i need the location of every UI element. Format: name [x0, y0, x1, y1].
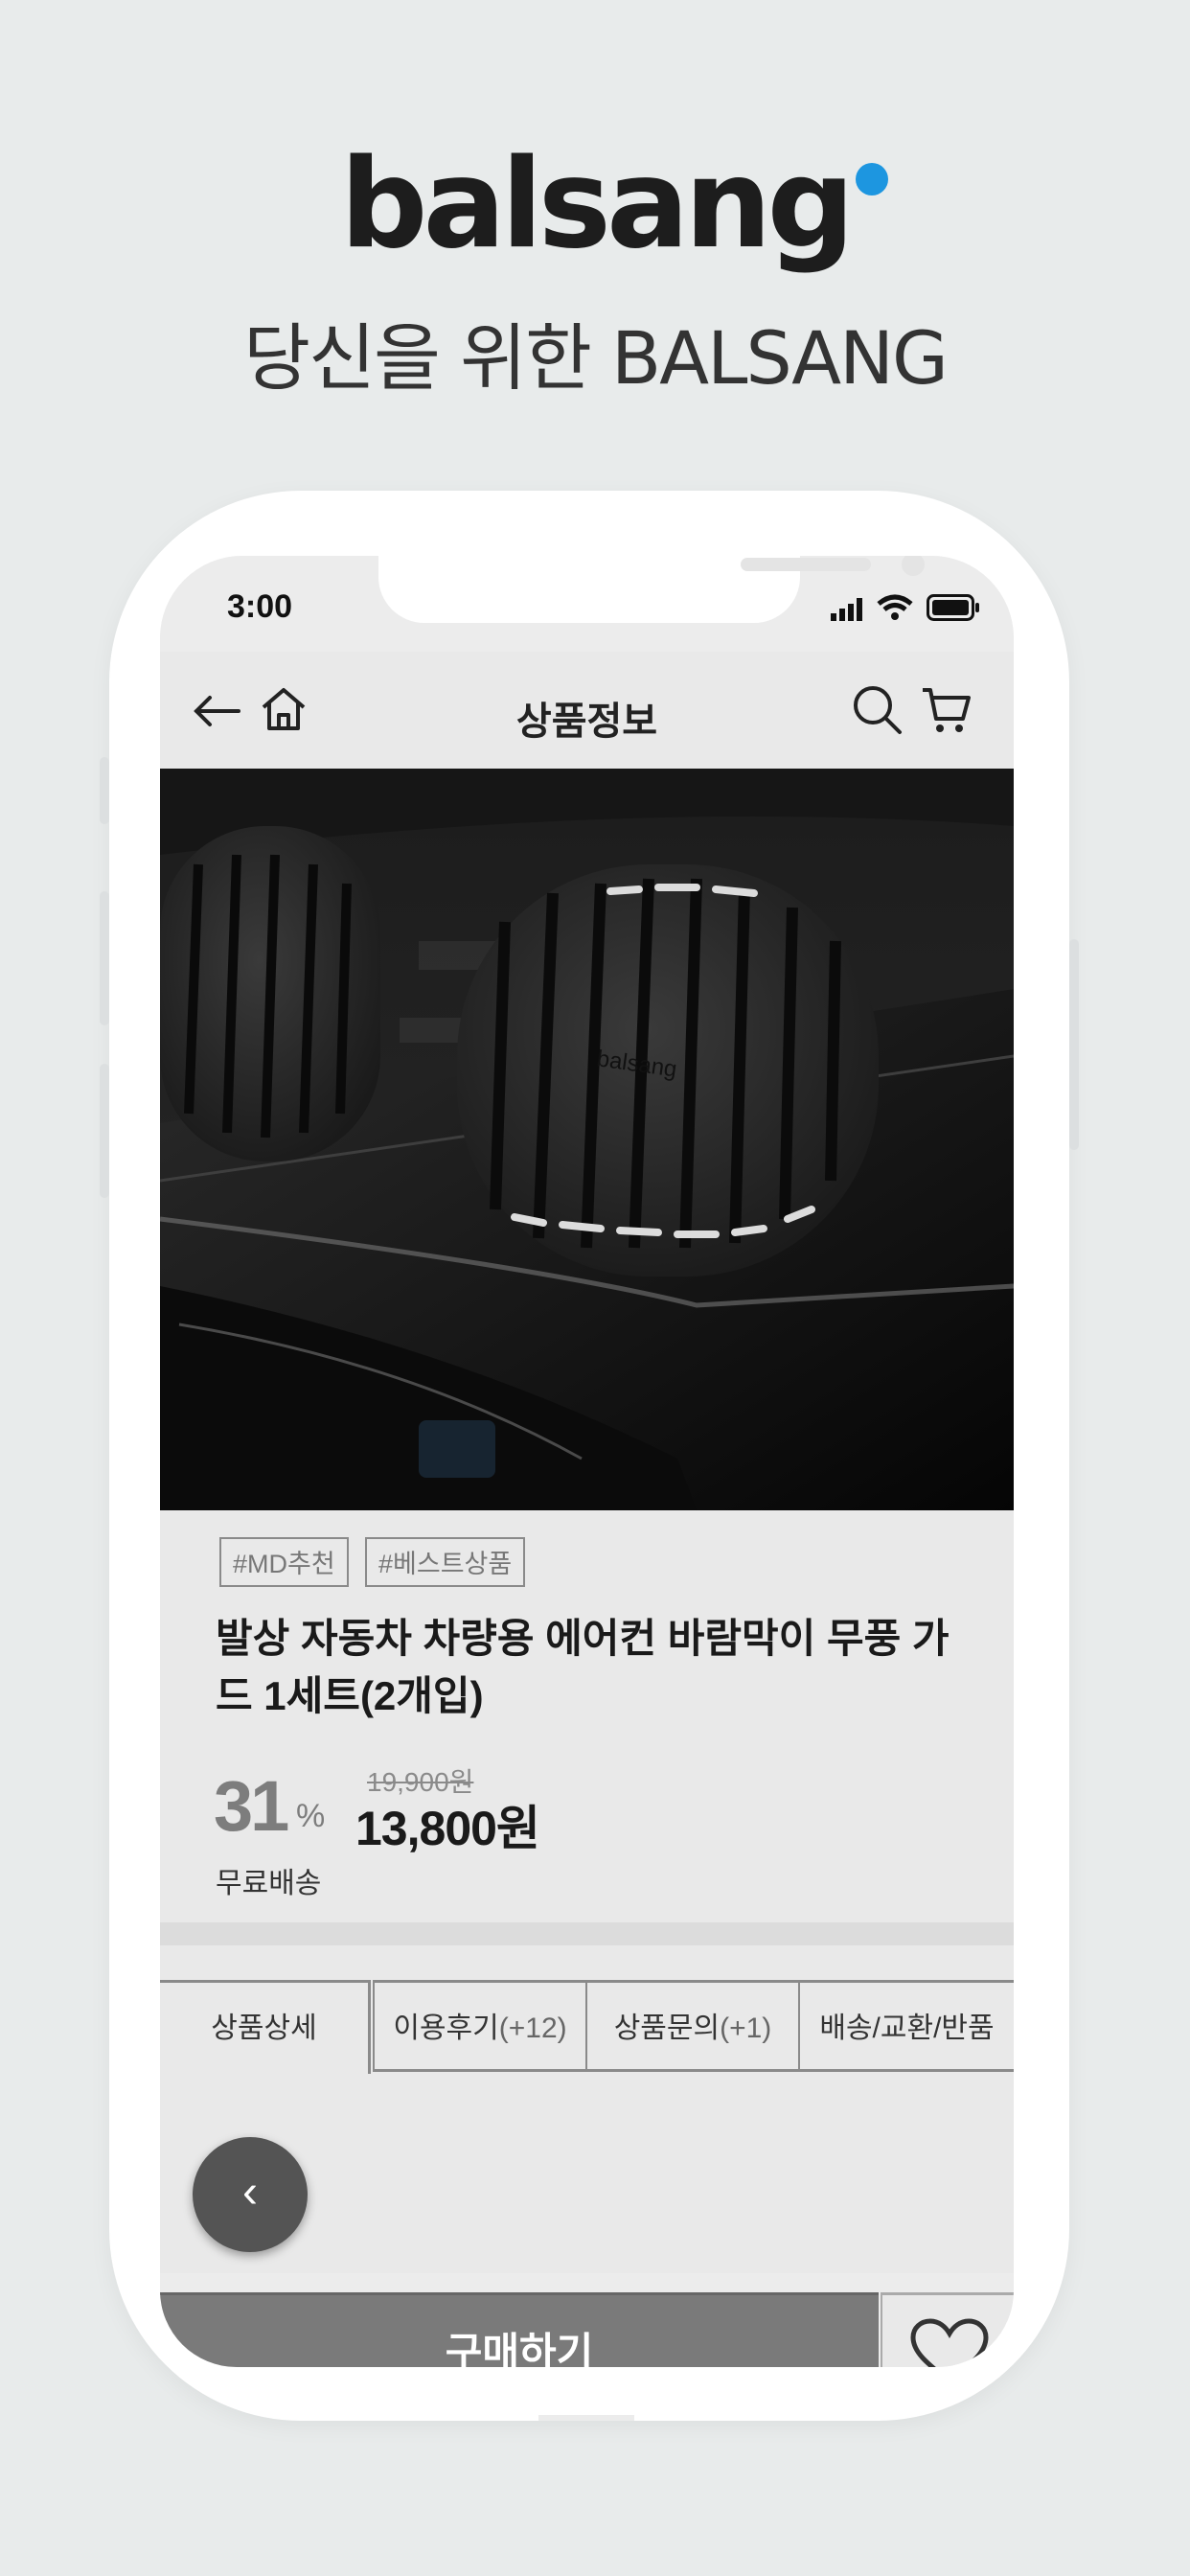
sale-price: 13,800원: [355, 1802, 540, 1855]
discount-rate: 31: [214, 1766, 289, 1846]
tab-count: (+12): [498, 2012, 567, 2044]
tab-label: 상품상세: [211, 2012, 317, 2044]
tab-product-detail[interactable]: 상품상세: [160, 1980, 371, 2076]
speaker: [741, 558, 871, 571]
cart-icon[interactable]: [921, 684, 973, 736]
air-vent-clip-icon: balsang: [160, 769, 1014, 1510]
shipping-info: 무료배송: [216, 1868, 322, 1899]
section-divider: [160, 1922, 1014, 1945]
notch: [378, 556, 925, 623]
detail-tabs: 상품상세 이용후기(+12) 상품문의(+1) 배송/교환/반품: [160, 1945, 1014, 2076]
tab-label: 이용후기: [393, 2012, 499, 2044]
brand-logo: balsang: [0, 144, 1190, 266]
tab-reviews[interactable]: 이용후기(+12): [373, 1980, 585, 2072]
tab-label: 상품문의: [613, 2012, 721, 2044]
buy-button[interactable]: 구매하기: [160, 2292, 879, 2367]
phone-volume-button: [100, 757, 109, 824]
brand-tagline: 당신을 위한 BALSANG: [243, 315, 949, 401]
tag-best-product[interactable]: #베스트상품: [365, 1537, 526, 1587]
nav-bar: 상품정보: [160, 652, 1014, 769]
tab-label: 배송/교환/반품: [819, 2012, 995, 2044]
tag-md-recommended[interactable]: #MD추천: [219, 1537, 349, 1587]
signal-icon: [831, 598, 862, 621]
heart-icon: [910, 2318, 989, 2367]
status-bar: 3:00: [160, 556, 1014, 652]
tab-inquiries[interactable]: 상품문의(+1): [585, 1980, 798, 2072]
battery-icon: [927, 594, 979, 621]
wishlist-button[interactable]: [881, 2292, 1014, 2367]
phone-volume-button: [100, 891, 109, 1025]
product-title: 발상 자동차 차량용 에어컨 바람막이 무풍 가드 1세트(2개입): [216, 1616, 950, 1718]
product-image[interactable]: balsang: [160, 769, 1014, 1510]
discount-unit: %: [296, 1798, 326, 1834]
phone-power-button: [1069, 939, 1079, 1150]
phone-bottom-edge: [538, 2415, 634, 2421]
camera: [902, 556, 925, 576]
tab-shipping-return[interactable]: 배송/교환/반품: [798, 1980, 1014, 2072]
brand-dot-icon: [856, 163, 889, 196]
tab-count: (+1): [720, 2012, 772, 2044]
bottom-action-bar: 구매하기: [160, 2292, 1014, 2367]
back-button[interactable]: ‹: [193, 2137, 308, 2252]
search-icon[interactable]: [852, 684, 904, 736]
brand-logo-text: balsang: [339, 133, 855, 276]
phone-volume-button: [100, 1064, 109, 1198]
wifi-icon: [877, 594, 913, 620]
phone-screen: 3:00 상품정보 balsang #MD추천 #베스트상품 발상 자동차 차량…: [160, 556, 1014, 2367]
status-time: 3:00: [227, 588, 293, 625]
product-info: #MD추천 #베스트상품 발상 자동차 차량용 에어컨 바람막이 무풍 가드 1…: [160, 1510, 1014, 1922]
